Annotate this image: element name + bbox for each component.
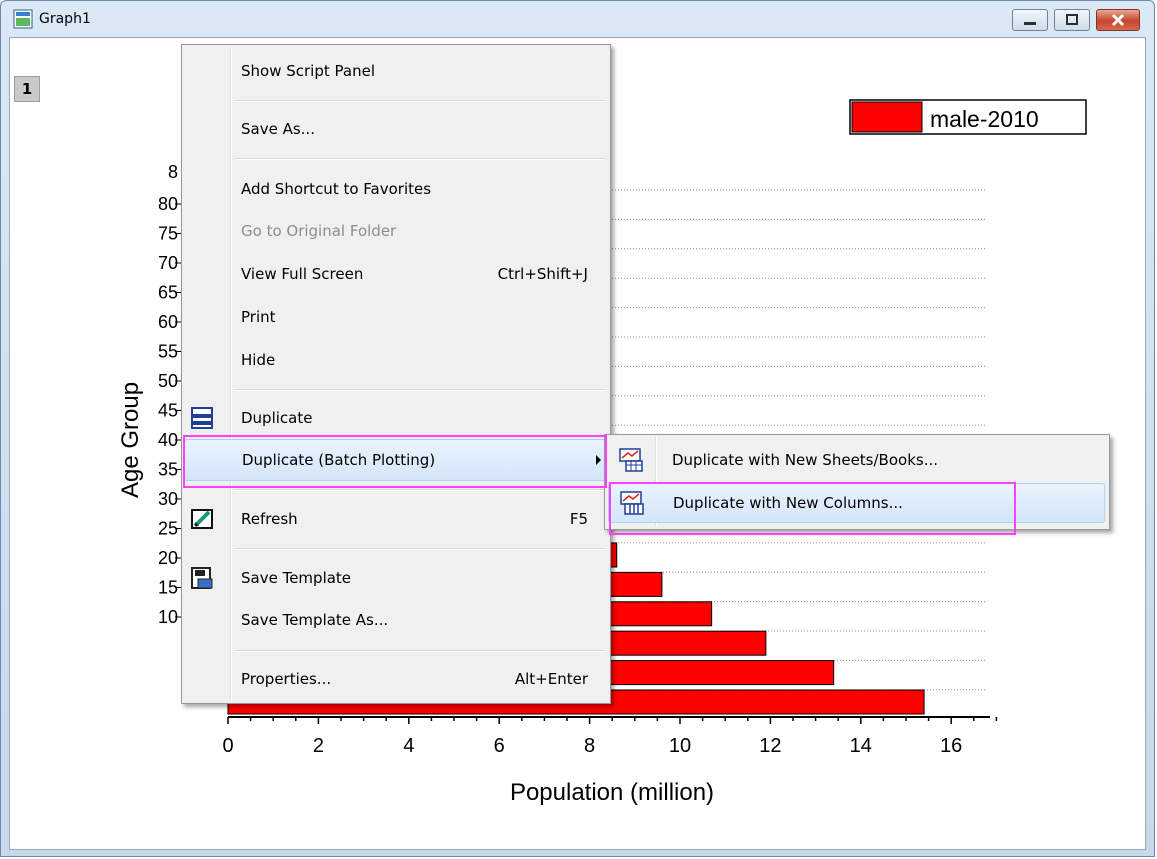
menu-item-refresh[interactable]: Refresh F5 [184,501,608,537]
menu-item-properties[interactable]: Properties... Alt+Enter [184,661,608,697]
legend-swatch [851,101,923,133]
duplicate-icon [191,407,213,429]
menu-item-label: Properties... [241,670,332,688]
menu-item-shortcut: Ctrl+Shift+J [497,265,588,283]
x-tick-label: 0 [222,735,233,757]
menu-separator [234,100,606,102]
menu-item-label: Refresh [241,510,298,528]
menu-separator [234,158,606,160]
submenu-item-duplicate-new-sheets[interactable]: Duplicate with New Sheets/Books... [608,440,1105,480]
menu-item-label: View Full Screen [241,265,364,283]
y-tick-label: 60 [158,312,178,332]
batch-plotting-submenu: Duplicate with New Sheets/Books... Dupli… [604,434,1110,530]
menu-separator [234,650,606,652]
y-tick-label: 35 [158,460,178,480]
y-tick-label: 70 [158,253,178,273]
menu-item-save-template-as[interactable]: Save Template As... [184,602,608,638]
y-tick-label: 8 [168,162,178,182]
y-tick-label: 40 [158,430,178,450]
y-tick-label: 45 [158,401,178,421]
y-tick-label: 10 [158,607,178,627]
menu-item-print[interactable]: Print [184,299,608,335]
submenu-item-duplicate-new-columns[interactable]: Duplicate with New Columns... [608,483,1105,523]
legend-label: male-2010 [930,106,1039,132]
menu-item-hide[interactable]: Hide [184,342,608,378]
refresh-icon [191,509,213,529]
menu-item-shortcut: F5 [569,510,588,528]
y-tick-label: 30 [158,489,178,509]
y-tick-label: 20 [158,548,178,568]
submenu-item-label: Duplicate with New Columns... [673,494,903,512]
y-tick-label: 55 [158,342,178,362]
x-tick-label: 12 [759,735,781,757]
x-axis-title: Population (million) [510,779,714,806]
save-template-icon [191,567,213,589]
duplicate-columns-icon [620,491,644,515]
y-axis-title: Age Group [117,382,144,498]
x-tick-label: 8 [584,735,595,757]
x-tick-label: 4 [403,735,414,757]
menu-item-save-as[interactable]: Save As... [184,111,608,147]
menu-item-label: Hide [241,351,276,369]
menu-item-label: Duplicate [241,409,313,427]
menu-item-add-shortcut[interactable]: Add Shortcut to Favorites [184,171,608,207]
y-tick-label: 25 [158,519,178,539]
menu-item-label: Print [241,308,276,326]
menu-separator [234,389,606,391]
x-tick-label: 6 [494,735,505,757]
submenu-arrow-icon [596,455,601,465]
menu-item-label: Save Template As... [241,611,389,629]
menu-separator [234,548,606,550]
y-tick-label: 75 [158,224,178,244]
menu-item-duplicate[interactable]: Duplicate [184,400,608,436]
y-tick-label: 50 [158,371,178,391]
menu-item-label: Duplicate (Batch Plotting) [242,451,436,469]
x-tick-label: 14 [850,735,872,757]
menu-item-save-template[interactable]: Save Template [184,560,608,596]
menu-item-label: Add Shortcut to Favorites [241,180,432,198]
x-tick-label: 10 [669,735,691,757]
menu-item-label: Save As... [241,120,315,138]
y-tick-label: 80 [158,194,178,214]
y-tick-label: 65 [158,283,178,303]
context-menu: Show Script Panel Save As... Add Shortcu… [181,44,611,704]
x-tick-label: 16 [940,735,962,757]
menu-item-label: Show Script Panel [241,62,375,80]
menu-separator [234,489,606,491]
y-tick-label: 15 [158,578,178,598]
menu-item-view-full-screen[interactable]: View Full Screen Ctrl+Shift+J [184,256,608,292]
menu-item-label: Save Template [241,569,352,587]
duplicate-sheets-icon [619,448,643,472]
menu-item-shortcut: Alt+Enter [514,670,588,688]
menu-item-duplicate-batch-plotting[interactable]: Duplicate (Batch Plotting) [184,439,608,481]
menu-item-label: Go to Original Folder [241,222,397,240]
menu-item-show-script-panel[interactable]: Show Script Panel [184,53,608,89]
submenu-item-label: Duplicate with New Sheets/Books... [672,451,938,469]
menu-item-go-to-original-folder: Go to Original Folder [184,213,608,249]
x-tick-label: 2 [313,735,324,757]
